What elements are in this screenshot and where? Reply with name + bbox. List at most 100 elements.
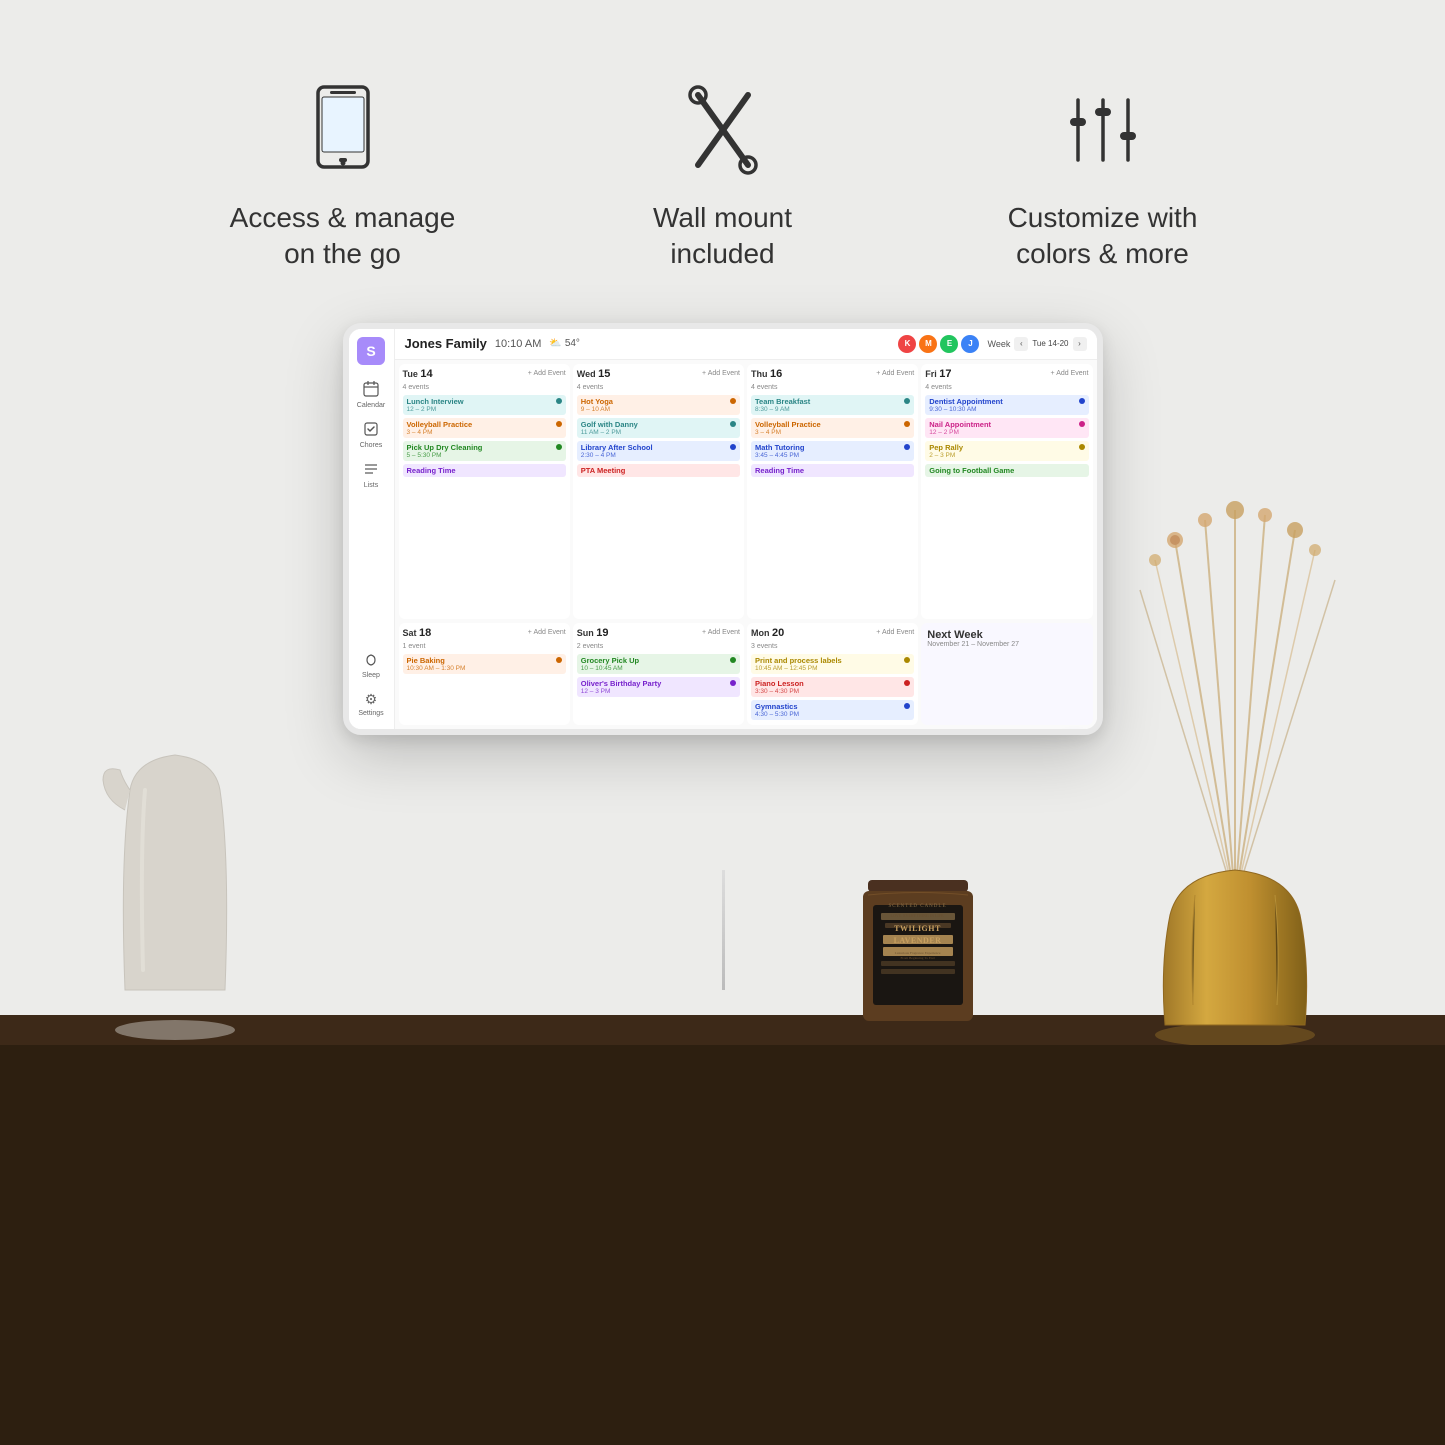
event-math-tutoring[interactable]: Math Tutoring 3:45 – 4:45 PM: [751, 441, 914, 461]
sidebar: S Calendar: [349, 329, 395, 729]
calendar-app: S Calendar: [349, 329, 1097, 729]
weather-icon: ⛅: [549, 338, 561, 349]
day-wed15: Wed 15 + Add Event 4 events Hot Yoga 9 –…: [573, 364, 744, 619]
event-birthday-party[interactable]: Oliver's Birthday Party 12 – 3 PM: [577, 677, 740, 697]
day-name-tue: Tue: [403, 369, 421, 379]
day-header-thu16: Thu 16 + Add Event: [751, 368, 914, 380]
feature-mobile: Access & manageon the go: [213, 80, 473, 273]
day-header-sat18: Sat 18 + Add Event: [403, 627, 566, 639]
avatar-m: M: [919, 335, 937, 353]
event-count-wed15: 4 events: [577, 384, 740, 391]
add-event-mon20[interactable]: + Add Event: [876, 629, 914, 636]
family-name: Jones Family: [405, 336, 487, 351]
customize-icon: [1053, 80, 1153, 180]
event-library[interactable]: Library After School 2:30 – 4 PM: [577, 441, 740, 461]
sidebar-lists-label: Lists: [364, 482, 378, 489]
feature-wallmount-text: Wall mountincluded: [653, 200, 792, 273]
candle-jar: SCENTED CANDLE LOVE. EVERYTHING IN LIFE.…: [853, 875, 983, 1040]
event-reading-tue[interactable]: Reading Time: [403, 464, 566, 477]
event-pie-baking[interactable]: Pie Baking 10:30 AM – 1:30 PM: [403, 654, 566, 674]
event-dry-cleaning[interactable]: Pick Up Dry Cleaning 5 – 5:30 PM: [403, 441, 566, 461]
event-football-game[interactable]: Going to Football Game: [925, 464, 1088, 477]
sidebar-sleep-label: Sleep: [362, 672, 380, 679]
calendar-grid-row2: Sat 18 + Add Event 1 event Pie Baking 10…: [395, 623, 1097, 729]
calendar-icon: [363, 381, 379, 400]
add-event-wed15[interactable]: + Add Event: [702, 370, 740, 377]
tools-icon: [673, 80, 773, 180]
event-count-tue14: 4 events: [403, 384, 566, 391]
day-name-fri: Fri: [925, 369, 939, 379]
day-name-mon: Mon: [751, 628, 772, 638]
day-thu16: Thu 16 + Add Event 4 events Team Breakfa…: [747, 364, 918, 619]
next-week-title: Next Week: [927, 629, 1086, 641]
sidebar-calendar-label: Calendar: [357, 402, 385, 409]
sidebar-item-settings[interactable]: ⚙ Settings: [351, 687, 391, 721]
event-nail[interactable]: Nail Appointment 12 – 2 PM: [925, 418, 1088, 438]
features-section: Access & manageon the go Wall mountinclu…: [0, 0, 1445, 313]
avatar-group: K M E J: [898, 335, 979, 353]
feature-wallmount: Wall mountincluded: [593, 80, 853, 273]
add-event-fri17[interactable]: + Add Event: [1051, 370, 1089, 377]
sidebar-item-chores[interactable]: Chores: [351, 417, 391, 453]
weather-display: ⛅ 54°: [549, 338, 580, 349]
add-event-tue14[interactable]: + Add Event: [528, 370, 566, 377]
day-name-wed: Wed: [577, 369, 598, 379]
day-name-thu: Thu: [751, 369, 770, 379]
sidebar-item-lists[interactable]: Lists: [351, 457, 391, 493]
event-print-labels[interactable]: Print and process labels 10:45 AM – 12:4…: [751, 654, 914, 674]
main-content: Jones Family 10:10 AM ⛅ 54° K M E J: [395, 329, 1097, 729]
week-navigation: Week ‹ Tue 14-20 ›: [987, 337, 1086, 351]
device-frame: S Calendar: [343, 323, 1103, 735]
feature-mobile-text: Access & manageon the go: [230, 200, 456, 273]
day-name-sat: Sat: [403, 628, 420, 638]
next-week-section: Next Week November 21 – November 27: [921, 623, 1092, 725]
prev-week-btn[interactable]: ‹: [1014, 337, 1028, 351]
event-volleyball-tue[interactable]: Volleyball Practice 3 – 4 PM: [403, 418, 566, 438]
day-num-20: 20: [772, 627, 784, 639]
next-week-btn[interactable]: ›: [1073, 337, 1087, 351]
add-event-sat18[interactable]: + Add Event: [528, 629, 566, 636]
settings-icon: ⚙: [365, 691, 378, 708]
calendar-grid-row1: Tue 14 + Add Event 4 events Lunch Interv…: [395, 360, 1097, 623]
sleep-icon: [364, 653, 378, 670]
event-piano-lesson[interactable]: Piano Lesson 3:30 – 4:30 PM: [751, 677, 914, 697]
feature-customize-text: Customize withcolors & more: [1008, 200, 1198, 273]
temperature: 54°: [565, 338, 580, 349]
sidebar-item-calendar[interactable]: Calendar: [351, 377, 391, 413]
day-header-mon20: Mon 20 + Add Event: [751, 627, 914, 639]
mobile-icon: [293, 80, 393, 180]
event-count-sat18: 1 event: [403, 643, 566, 650]
event-grocery[interactable]: Grocery Pick Up 10 – 10:45 AM: [577, 654, 740, 674]
next-week-dates: November 21 – November 27: [927, 641, 1086, 648]
day-header-sun19: Sun 19 + Add Event: [577, 627, 740, 639]
event-volleyball-thu[interactable]: Volleyball Practice 3 – 4 PM: [751, 418, 914, 438]
event-count-mon20: 3 events: [751, 643, 914, 650]
add-event-thu16[interactable]: + Add Event: [876, 370, 914, 377]
event-pta[interactable]: PTA Meeting: [577, 464, 740, 477]
event-reading-thu[interactable]: Reading Time: [751, 464, 914, 477]
day-num-14: 14: [420, 368, 432, 380]
app-logo: S: [357, 337, 385, 365]
table-dark: [0, 1015, 1445, 1445]
event-count-fri17: 4 events: [925, 384, 1088, 391]
event-dentist[interactable]: Dentist Appointment 9:30 – 10:30 AM: [925, 395, 1088, 415]
sidebar-chores-label: Chores: [360, 442, 383, 449]
event-count-thu16: 4 events: [751, 384, 914, 391]
event-count-sun19: 2 events: [577, 643, 740, 650]
avatar-k: K: [898, 335, 916, 353]
event-pep-rally[interactable]: Pep Rally 2 – 3 PM: [925, 441, 1088, 461]
day-sun19: Sun 19 + Add Event 2 events Grocery Pick…: [573, 623, 744, 725]
day-num-16: 16: [770, 368, 782, 380]
day-name-sun: Sun: [577, 628, 597, 638]
event-team-breakfast[interactable]: Team Breakfast 8:30 – 9 AM: [751, 395, 914, 415]
event-lunch-interview[interactable]: Lunch Interview 12 – 2 PM: [403, 395, 566, 415]
event-golf-danny[interactable]: Golf with Danny 11 AM – 2 PM: [577, 418, 740, 438]
day-sat18: Sat 18 + Add Event 1 event Pie Baking 10…: [399, 623, 570, 725]
sidebar-item-sleep[interactable]: Sleep: [351, 649, 391, 683]
day-header-tue14: Tue 14 + Add Event: [403, 368, 566, 380]
feature-customize: Customize withcolors & more: [973, 80, 1233, 273]
add-event-sun19[interactable]: + Add Event: [702, 629, 740, 636]
day-header-wed15: Wed 15 + Add Event: [577, 368, 740, 380]
event-hot-yoga[interactable]: Hot Yoga 9 – 10 AM: [577, 395, 740, 415]
event-gymnastics[interactable]: Gymnastics 4:30 – 5:30 PM: [751, 700, 914, 720]
